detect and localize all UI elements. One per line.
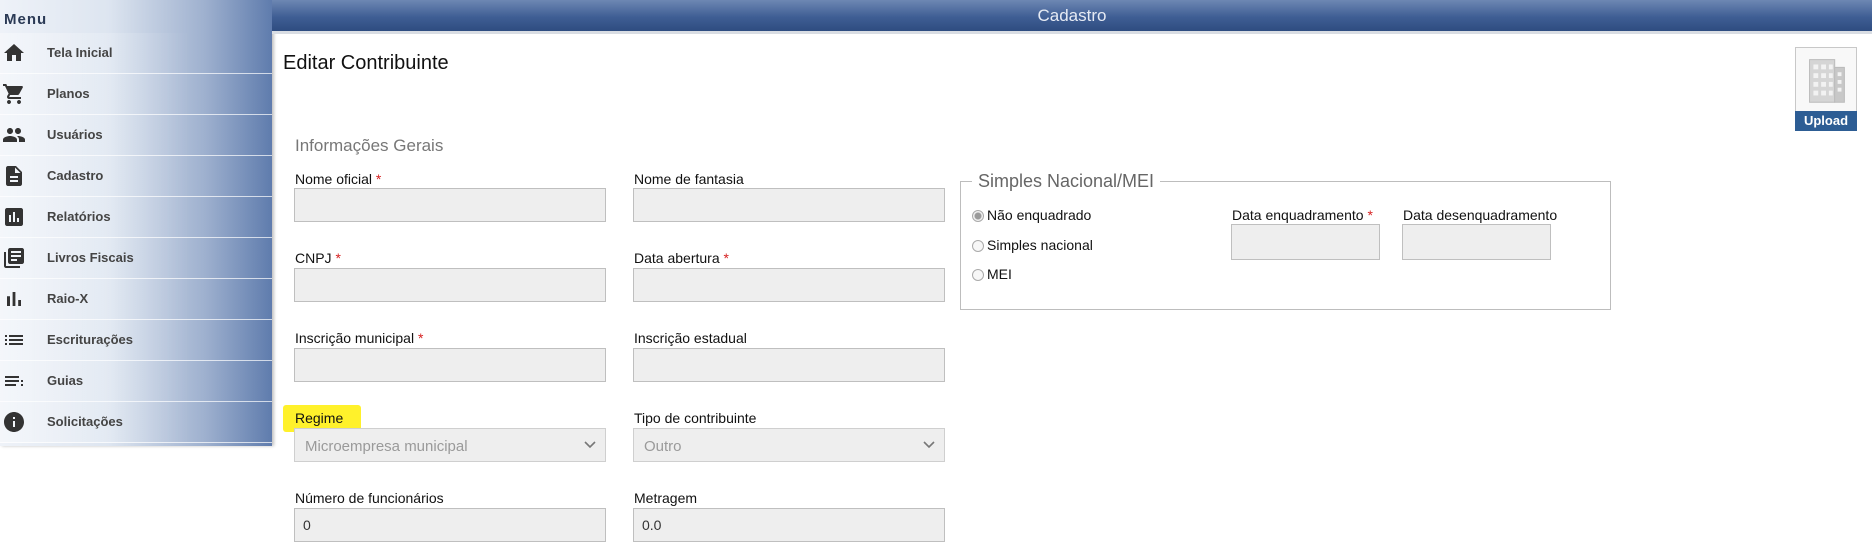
data-enquadramento-input[interactable] bbox=[1231, 224, 1380, 260]
chevron-down-icon bbox=[922, 437, 936, 451]
required-mark: * bbox=[723, 250, 729, 266]
sidebar-item-raio-x[interactable]: Raio-X bbox=[0, 279, 272, 320]
metragem-label: Metragem bbox=[634, 490, 698, 506]
tipo-contribuinte-label: Tipo de contribuinte bbox=[634, 410, 757, 426]
sidebar-item-label: Solicitações bbox=[47, 414, 123, 429]
sidebar-item-label: Relatórios bbox=[47, 209, 111, 224]
regime-select[interactable]: Microempresa municipal bbox=[294, 428, 606, 462]
nome-fantasia-label: Nome de fantasia bbox=[634, 171, 744, 187]
radio-simples-nacional[interactable]: Simples nacional bbox=[972, 237, 1093, 253]
sidebar-menu: Menu Tela Inicial Planos Usuários Cadast… bbox=[0, 0, 272, 446]
home-icon bbox=[2, 41, 26, 65]
header-bar: Cadastro bbox=[272, 0, 1872, 34]
data-desenquadramento-label: Data desenquadramento bbox=[1403, 207, 1558, 223]
required-mark: * bbox=[335, 250, 341, 266]
guides-icon bbox=[2, 369, 26, 393]
required-mark: * bbox=[1367, 207, 1373, 223]
tipo-contribuinte-select[interactable]: Outro bbox=[633, 428, 945, 462]
radio-button-checked[interactable] bbox=[972, 210, 984, 222]
required-mark: * bbox=[417, 330, 424, 346]
nome-oficial-label: Nome oficial * bbox=[295, 171, 382, 187]
data-enquadramento-label: Data enquadramento * bbox=[1232, 207, 1373, 223]
sidebar-item-label: Usuários bbox=[47, 127, 103, 142]
books-icon bbox=[2, 246, 26, 270]
menu-title: Menu bbox=[4, 11, 48, 28]
radio-button[interactable] bbox=[972, 240, 984, 252]
radio-label: Simples nacional bbox=[987, 237, 1093, 253]
sidebar-item-label: Tela Inicial bbox=[47, 45, 113, 60]
sidebar-item-label: Guias bbox=[47, 373, 84, 388]
page-title: Editar Contribuinte bbox=[283, 52, 449, 74]
inscricao-estadual-label: Inscrição estadual bbox=[634, 330, 747, 346]
radio-label: Não enquadrado bbox=[987, 207, 1092, 223]
regime-label: Regime bbox=[295, 410, 344, 426]
header-title: Cadastro bbox=[1037, 6, 1107, 25]
data-abertura-input[interactable] bbox=[633, 268, 945, 302]
metragem-input[interactable] bbox=[633, 508, 945, 542]
sidebar-item-label: Planos bbox=[47, 86, 90, 101]
chevron-down-icon bbox=[583, 437, 597, 451]
sidebar-item-cadastro[interactable]: Cadastro bbox=[0, 156, 272, 197]
sidebar-item-planos[interactable]: Planos bbox=[0, 74, 272, 115]
radio-label: MEI bbox=[987, 266, 1012, 282]
data-abertura-label: Data abertura * bbox=[634, 250, 729, 266]
sidebar-item-usuarios[interactable]: Usuários bbox=[0, 115, 272, 156]
nome-fantasia-input[interactable] bbox=[633, 188, 945, 222]
sidebar-item-label: Cadastro bbox=[47, 168, 104, 183]
sidebar-item-tela-inicial[interactable]: Tela Inicial bbox=[0, 33, 272, 74]
inscricao-municipal-input[interactable] bbox=[294, 348, 606, 382]
sidebar-item-livros-fiscais[interactable]: Livros Fiscais bbox=[0, 238, 272, 279]
sidebar-item-relatorios[interactable]: Relatórios bbox=[0, 197, 272, 238]
cart-icon bbox=[2, 82, 26, 106]
data-desenquadramento-input[interactable] bbox=[1402, 224, 1551, 260]
inscricao-municipal-label: Inscrição municipal * bbox=[295, 330, 424, 346]
sidebar-item-label: Livros Fiscais bbox=[47, 250, 134, 265]
cnpj-input[interactable] bbox=[294, 268, 606, 302]
radio-button[interactable] bbox=[972, 269, 984, 281]
bar-chart-icon bbox=[2, 287, 26, 311]
regime-selected-value: Microempresa municipal bbox=[305, 438, 468, 455]
simples-nacional-legend: Simples Nacional/MEI bbox=[972, 171, 1161, 192]
sidebar-item-label: Raio-X bbox=[47, 291, 89, 306]
upload-button[interactable]: Upload bbox=[1795, 111, 1857, 131]
numero-funcionarios-label: Número de funcionários bbox=[295, 490, 444, 506]
sidebar-item-escrituracoes[interactable]: Escriturações bbox=[0, 320, 272, 361]
radio-mei[interactable]: MEI bbox=[972, 266, 1012, 282]
report-icon bbox=[2, 205, 26, 229]
sidebar-item-label: Escriturações bbox=[47, 332, 133, 347]
numero-funcionarios-input[interactable] bbox=[294, 508, 606, 542]
building-icon bbox=[1809, 59, 1845, 103]
users-icon bbox=[2, 123, 26, 147]
list-icon bbox=[2, 328, 26, 352]
inscricao-estadual-input[interactable] bbox=[633, 348, 945, 382]
nome-oficial-input[interactable] bbox=[294, 188, 606, 222]
tipo-contribuinte-selected-value: Outro bbox=[644, 438, 682, 455]
radio-nao-enquadrado[interactable]: Não enquadrado bbox=[972, 207, 1091, 223]
section-title: Informações Gerais bbox=[295, 136, 444, 155]
required-mark: * bbox=[375, 171, 382, 187]
document-icon bbox=[2, 164, 26, 188]
cnpj-label: CNPJ * bbox=[295, 250, 341, 266]
sidebar-item-guias[interactable]: Guias bbox=[0, 361, 272, 402]
info-icon bbox=[2, 410, 26, 434]
upload-preview[interactable] bbox=[1795, 47, 1857, 112]
sidebar-item-solicitacoes[interactable]: Solicitações bbox=[0, 402, 272, 443]
